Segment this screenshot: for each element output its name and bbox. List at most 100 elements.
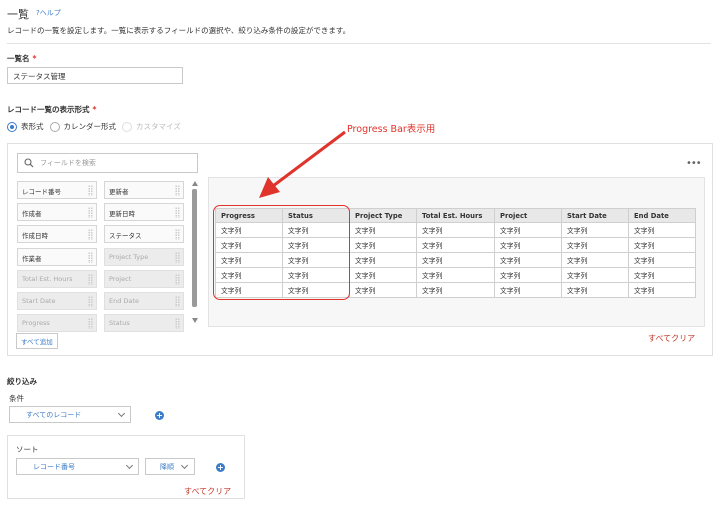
column-header[interactable]: End Date [628, 208, 696, 223]
add-sort-icon[interactable]: + [216, 463, 225, 472]
field-tile-label: Project Type [109, 252, 149, 261]
divider [7, 43, 711, 44]
column-header[interactable]: Project Type [349, 208, 417, 223]
field-tile[interactable]: 作成者 [17, 203, 97, 222]
drag-handle-icon[interactable] [88, 251, 93, 263]
table-cell: 文字列 [494, 237, 562, 253]
column-header[interactable]: Project [494, 208, 562, 223]
drag-handle-icon[interactable] [88, 273, 93, 285]
field-tile[interactable]: 更新日時 [104, 203, 184, 222]
list-name-label: 一覧名 * [7, 54, 37, 63]
table-cell: 文字列 [349, 282, 417, 298]
search-icon [24, 158, 34, 168]
annotation-arrow-icon [259, 130, 346, 198]
field-tile[interactable]: ステータス [104, 225, 184, 244]
clear-all-fields-link[interactable]: すべてクリア [648, 333, 695, 344]
table-cell: 文字列 [416, 267, 495, 283]
table-cell: 文字列 [349, 222, 417, 238]
drag-handle-icon[interactable] [175, 207, 180, 219]
table-cell: 文字列 [561, 267, 629, 283]
table-cell: 文字列 [349, 237, 417, 253]
drag-handle-icon[interactable] [175, 296, 180, 307]
table-cell: 文字列 [628, 282, 696, 298]
field-tile-label: 作成日時 [22, 232, 48, 241]
field-tile-label: Start Date [22, 297, 56, 305]
column-header[interactable]: Start Date [561, 208, 629, 223]
drag-handle-icon[interactable] [175, 273, 180, 285]
field-tile: Start Date [17, 292, 97, 310]
sort-label: ソート [16, 445, 39, 454]
table-cell: 文字列 [561, 282, 629, 298]
drag-handle-icon[interactable] [88, 229, 93, 241]
field-tile: Status [104, 314, 184, 333]
field-tile[interactable]: レコード番号 [17, 181, 97, 199]
table-cell: 文字列 [561, 252, 629, 268]
field-tile-label: 作成者 [22, 210, 42, 219]
field-tile-label: ステータス [109, 232, 142, 241]
field-tile: Progress [17, 314, 97, 333]
format-option-calendar[interactable]: カレンダー形式 [49, 121, 116, 132]
condition-label: 条件 [9, 394, 24, 403]
drag-handle-icon[interactable] [88, 296, 93, 307]
scroll-down-icon[interactable] [192, 318, 198, 323]
field-tile-label: レコード番号 [22, 188, 61, 196]
field-tile: Project [104, 269, 184, 288]
more-options-icon[interactable]: ••• [686, 158, 702, 169]
field-tile[interactable]: 更新者 [104, 181, 184, 199]
page-description: レコードの一覧を設定します。一覧に表示するフィールドの選択や、絞り込み条件の設定… [7, 26, 351, 35]
field-tile[interactable]: 作成日時 [17, 225, 97, 244]
drag-handle-icon[interactable] [88, 207, 93, 219]
annotation-highlight-box [213, 205, 350, 300]
field-search-input[interactable]: フィールドを検索 [17, 153, 198, 173]
scroll-thumb[interactable] [192, 189, 197, 307]
help-link[interactable]: ?ヘルプ [36, 8, 61, 18]
page-title: 一覧 [7, 8, 29, 21]
column-header[interactable]: Total Est. Hours [416, 208, 495, 223]
format-label: レコード一覧の表示形式 * [7, 105, 97, 114]
drag-handle-icon[interactable] [175, 251, 180, 263]
field-tile-label: Progress [22, 319, 50, 328]
filter-label: 絞り込み [7, 377, 37, 386]
table-cell: 文字列 [416, 252, 495, 268]
table-cell: 文字列 [561, 237, 629, 253]
add-condition-icon[interactable]: + [155, 411, 164, 420]
table-cell: 文字列 [628, 267, 696, 283]
drag-handle-icon[interactable] [88, 318, 93, 330]
table-cell: 文字列 [494, 222, 562, 238]
drag-handle-icon[interactable] [175, 185, 180, 196]
format-option-table[interactable]: 表形式 [7, 121, 44, 132]
table-cell: 文字列 [416, 282, 495, 298]
field-tile-label: 更新日時 [109, 210, 135, 219]
table-cell: 文字列 [561, 222, 629, 238]
drag-handle-icon[interactable] [175, 318, 180, 330]
field-tile: Total Est. Hours [17, 269, 97, 288]
table-cell: 文字列 [349, 267, 417, 283]
table-cell: 文字列 [494, 282, 562, 298]
field-tile: Project Type [104, 247, 184, 266]
annotation-text: Progress Bar表示用 [347, 124, 436, 135]
field-tile-label: Status [109, 319, 130, 328]
chevron-down-icon [180, 461, 189, 470]
field-list-scrollbar[interactable] [192, 181, 198, 323]
table-cell: 文字列 [494, 267, 562, 283]
table-cell: 文字列 [416, 222, 495, 238]
condition-select[interactable]: すべてのレコード [9, 406, 131, 423]
field-tile-label: 更新者 [109, 188, 129, 196]
table-cell: 文字列 [628, 252, 696, 268]
drag-handle-icon[interactable] [88, 185, 93, 196]
sort-order-select[interactable]: 降順 [145, 458, 195, 475]
radio-icon[interactable] [49, 121, 60, 132]
table-cell: 文字列 [628, 237, 696, 253]
field-tile-label: Total Est. Hours [22, 274, 73, 283]
add-all-button[interactable]: すべて追加 [16, 333, 58, 349]
chevron-down-icon [125, 461, 134, 470]
scroll-up-icon[interactable] [192, 181, 198, 186]
radio-selected-icon[interactable] [7, 121, 17, 132]
table-cell: 文字列 [416, 237, 495, 253]
clear-all-sort-link[interactable]: すべてクリア [184, 486, 231, 497]
field-tile[interactable]: 作業者 [17, 247, 97, 266]
drag-handle-icon[interactable] [175, 229, 180, 241]
sort-field-select[interactable]: レコード番号 [16, 458, 139, 475]
list-name-input[interactable]: ステータス管理 [7, 67, 183, 84]
radio-disabled-icon [122, 121, 132, 132]
